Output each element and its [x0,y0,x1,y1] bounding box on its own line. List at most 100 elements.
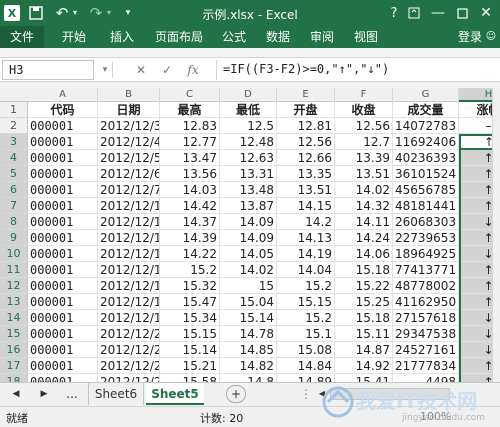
cell[interactable]: 22739653 [393,230,459,246]
sheet-tab-sheet6[interactable]: Sheet6 [88,383,144,405]
close-icon[interactable]: ✕ [478,5,494,21]
row-header-8[interactable]: 8 [0,214,28,230]
tab-view[interactable]: 视图 [348,26,384,48]
cell[interactable]: 15.47 [160,294,220,310]
cell[interactable]: 15 [220,278,277,294]
cell[interactable]: 2012/12/17 [98,278,160,294]
horizontal-scrollbar[interactable] [330,388,450,400]
cell[interactable]: 14.39 [160,230,220,246]
tab-file[interactable]: 文件 [0,26,44,48]
cell[interactable]: 14.84 [277,358,335,374]
cell[interactable]: 12.81 [277,118,335,134]
cell[interactable]: 11692406 [393,134,459,150]
cell[interactable]: 77413771 [393,262,459,278]
tab-home[interactable]: 开始 [56,26,92,48]
cell[interactable]: 2012/12/4 [98,134,160,150]
cell[interactable]: 15.08 [277,342,335,358]
column-header-d[interactable]: D [220,88,277,102]
cell[interactable]: 14.05 [220,246,277,262]
cell[interactable]: 14.03 [160,182,220,198]
cell[interactable]: ↑ [459,358,492,374]
cell[interactable]: 15.18 [335,262,393,278]
new-sheet-button[interactable]: + [226,385,246,403]
cell[interactable]: 15.21 [160,358,220,374]
row-header-2[interactable]: 2 [0,118,28,134]
cell[interactable]: ↑ [459,150,492,166]
cell[interactable]: 12.5 [220,118,277,134]
row-header-7[interactable]: 7 [0,198,28,214]
cell[interactable]: 000001 [28,342,98,358]
cell[interactable]: 14.19 [277,246,335,262]
ribbon-display-icon[interactable] [406,5,422,21]
cell[interactable]: 15.14 [160,342,220,358]
cell[interactable]: 000001 [28,134,98,150]
cell[interactable]: 14.92 [335,358,393,374]
row-header-5[interactable]: 5 [0,166,28,182]
column-header-h[interactable]: H [459,88,492,102]
cell[interactable]: 15.2 [160,262,220,278]
cell[interactable]: 14.2 [277,214,335,230]
cell[interactable]: 15.58 [160,374,220,382]
cell[interactable]: 15.34 [160,310,220,326]
cell[interactable]: 000001 [28,118,98,134]
cell[interactable]: 15.11 [335,326,393,342]
cell[interactable]: 12.7 [335,134,393,150]
sheet-nav-next[interactable]: ▶ [36,383,52,405]
row-header-17[interactable]: 17 [0,358,28,374]
cell[interactable]: 000001 [28,278,98,294]
cell[interactable]: 14.89 [277,374,335,382]
header-cell[interactable]: 日期 [98,102,160,118]
cell[interactable]: 14.37 [160,214,220,230]
active-cell[interactable]: ↑ [459,134,492,150]
cell[interactable]: 14.02 [335,182,393,198]
cell[interactable]: 000001 [28,262,98,278]
cell[interactable]: 2012/12/7 [98,182,160,198]
cell[interactable]: 14.85 [220,342,277,358]
cell[interactable]: 2012/12/5 [98,150,160,166]
column-header-a[interactable]: A [28,88,98,102]
cell[interactable]: 000001 [28,198,98,214]
cell[interactable]: 2012/12/6 [98,166,160,182]
sheet-nav-prev[interactable]: ◀ [8,383,24,405]
tab-formulas[interactable]: 公式 [216,26,252,48]
cell[interactable]: 2012/12/18 [98,294,160,310]
cell[interactable]: 15.04 [220,294,277,310]
cell[interactable]: 15.14 [220,310,277,326]
row-header-9[interactable]: 9 [0,230,28,246]
cell[interactable]: 14072783 [393,118,459,134]
cell[interactable]: 27157618 [393,310,459,326]
cell[interactable]: 2012/12/10 [98,198,160,214]
cell[interactable]: 15.2 [277,278,335,294]
cell[interactable]: – [459,118,492,134]
row-header-4[interactable]: 4 [0,150,28,166]
row-header-16[interactable]: 16 [0,342,28,358]
cell[interactable]: 18964925 [393,246,459,262]
cell[interactable]: 12.56 [335,118,393,134]
cell[interactable]: 13.35 [277,166,335,182]
cell[interactable]: 13.56 [160,166,220,182]
row-header-10[interactable]: 10 [0,246,28,262]
row-header-18[interactable]: 18 [0,374,28,382]
cell[interactable]: 14.87 [335,342,393,358]
cell[interactable]: 41162950 [393,294,459,310]
column-header-f[interactable]: F [335,88,393,102]
cell[interactable]: 000001 [28,182,98,198]
cell[interactable]: ↑ [459,182,492,198]
cell[interactable]: 15.15 [160,326,220,342]
sheet-nav-more[interactable]: ... [62,383,82,405]
cell[interactable]: 12.66 [277,150,335,166]
cell[interactable]: 12.83 [160,118,220,134]
cell[interactable]: ↑ [459,294,492,310]
row-header-14[interactable]: 14 [0,310,28,326]
row-header-15[interactable]: 15 [0,326,28,342]
cell[interactable]: ↑ [459,278,492,294]
row-header-1[interactable]: 1 [0,102,28,118]
cell[interactable]: 14.13 [277,230,335,246]
hscroll-left-icon[interactable]: ◀ [316,383,328,405]
cell[interactable]: ↓ [459,326,492,342]
vertical-scrollbar[interactable] [492,88,500,382]
sign-in-link[interactable]: 登录 [458,26,482,48]
sheet-tab-sheet5[interactable]: Sheet5 [146,383,204,405]
cell[interactable]: 15.18 [335,310,393,326]
minimize-icon[interactable]: — [430,5,446,21]
